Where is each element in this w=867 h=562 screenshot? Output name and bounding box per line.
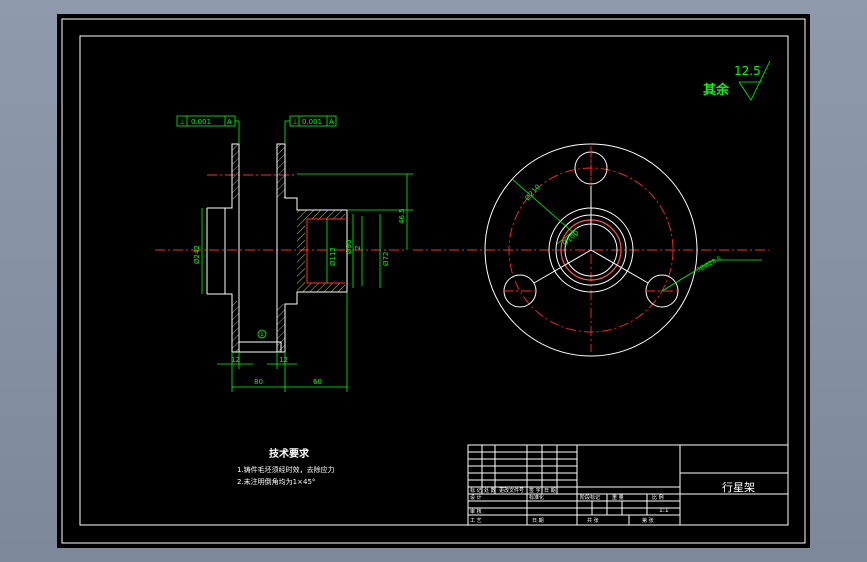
drawing-label: 共 张 [587,517,599,524]
dim-bore-diameter[interactable]: Ø112 [326,219,337,283]
drawing-label: ⊥ [292,118,298,126]
dim-flange-left[interactable]: 12 [217,352,253,369]
drawing-label: 12 [279,356,288,364]
tolerance-frame-left[interactable]: ⊥ 0.001 A [176,115,240,144]
drawing-label: 60 [313,378,322,386]
drawing-label: 设 计 [470,494,482,501]
dim-inner-diameter[interactable]: Ø90 [345,214,354,288]
drawing-label: 日 期 [544,488,556,494]
left-step-outline [206,207,225,295]
left-flange-hatch-bottom [232,301,239,352]
drawing-label: A [329,118,334,126]
dim-outer-diameter[interactable]: Ø242 [193,208,203,294]
drawing-label: Ø210 [524,183,543,202]
drawing-label: 0.001 [191,118,211,126]
drawing-label: 2 [354,246,362,250]
dim-small-diameter[interactable]: 2 Ø72 [354,214,390,288]
drawing-label: 处 数 [484,487,496,494]
hub-hatch-top [297,210,345,219]
drawing-label: 3ØØ28.5 [696,255,723,274]
drawing-label: 重 量 [612,494,624,501]
hub-inner-red [306,218,345,284]
drawing-label: 2.未注明倒角均为1×45° [237,477,315,486]
drawing-label: 第 张 [642,517,654,524]
drawing-label: 日 期 [532,518,544,524]
drawing-label: Ø100 [561,229,580,248]
drawing-label: 比 例 [652,494,664,501]
title-block[interactable]: 标 记 处 数 更改文件号 签 字 日 期 设 计 标准化 阶段标记 重 量 比… [467,444,789,526]
drawing-label: 1:1 [659,507,669,514]
left-flange-hatch [232,144,239,199]
cad-drawing-viewport[interactable]: ⊥ 0.001 A ⊥ 0.001 A Ø242 Ø112 Ø90 2 Ø72 … [57,14,810,548]
drawing-canvas: ⊥ 0.001 A ⊥ 0.001 A Ø242 Ø112 Ø90 2 Ø72 … [61,18,806,544]
section-view[interactable]: ⊥ 0.001 A ⊥ 0.001 A Ø242 Ø112 Ø90 2 Ø72 … [155,115,413,392]
bottom-bar [238,341,282,353]
drawing-label: 12.5 [734,64,761,78]
drawing-label: 审 核 [470,508,482,515]
part-balloon[interactable]: 1 [257,329,267,339]
drawing-label: 46.5 [398,208,406,224]
drawing-label: Ø90 [345,240,353,254]
dim-pitch-circle[interactable]: Ø210 [511,178,578,237]
radial-line-2 [590,249,649,284]
hub-hatch-bottom [297,283,345,292]
drawing-label: Ø112 [329,247,337,266]
tolerance-frame-right[interactable]: ⊥ 0.001 A [284,115,337,144]
drawing-label: 标 记 [470,487,482,494]
drawing-label: 更改文件号 [499,487,524,494]
dim-flange-right[interactable]: 12 [267,352,297,369]
radial-line-1 [533,249,592,284]
drawing-label: Ø72 [382,252,390,266]
drawing-label: Ø242 [193,245,201,264]
drawing-stroke [511,178,578,237]
drawing-label: 其余 [703,82,730,98]
drawing-label: 标准化 [529,494,544,501]
right-plate-hatch-top [277,144,285,198]
drawing-label: 0.001 [302,118,322,126]
front-view[interactable]: Ø210 Ø100 3ØØ28.5 [413,143,769,357]
drawing-label: 1 [260,331,264,338]
planet-pin-hole-bottom-left[interactable] [503,274,537,308]
hub-hatch-left [297,219,305,283]
roughness-symbol[interactable]: 其余 12.5 [703,60,771,101]
drawing-label: A [227,118,232,126]
drawing-label: 阶段标记 [580,494,600,501]
inner-border [79,35,789,526]
drawing-label: 工 艺 [470,518,482,524]
drawing-label: ⊥ [179,118,185,126]
tech-notes[interactable]: 技术要求 1.铸件毛坯须经时效，去除应力 2.未注明倒角均为1×45° [237,447,335,486]
part-name: 行星架 [722,481,755,494]
drawing-label: 签 字 [529,487,541,494]
right-plate-hatch-bottom [277,304,285,352]
drawing-label: 12 [231,356,240,364]
drawing-label: 1.铸件毛坯须经时效，去除应力 [237,465,335,474]
dim-front-bore[interactable]: Ø100 [556,227,580,248]
drawing-label: 80 [254,378,263,386]
outer-border [61,18,806,544]
drawing-label: 技术要求 [269,447,310,460]
